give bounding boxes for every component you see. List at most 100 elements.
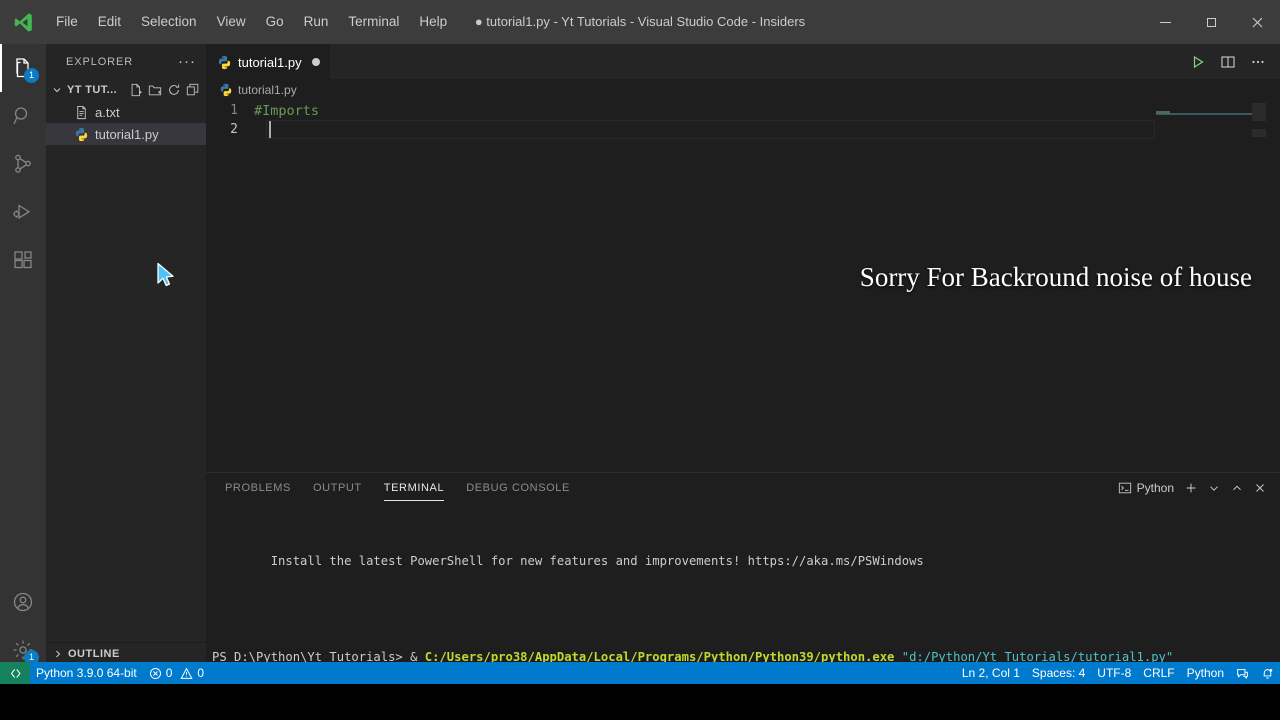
letterbox-bar [0, 684, 1280, 720]
status-feedback[interactable] [1230, 662, 1255, 684]
outline-label: OUTLINE [68, 647, 120, 660]
tab-tutorial1-py[interactable]: tutorial1.py [206, 44, 330, 79]
title-bar: File Edit Selection View Go Run Terminal… [0, 0, 1280, 44]
error-icon [149, 667, 162, 680]
breadcrumb[interactable]: tutorial1.py [206, 79, 1280, 101]
cursor-position-label: Ln 2, Col 1 [961, 666, 1020, 680]
code-line-1: 1 #Imports [206, 101, 1280, 120]
editor-area: tutorial1.py tutorial1.py 1 #Imports 2 [206, 44, 1280, 472]
activity-run-debug[interactable] [0, 188, 46, 236]
text-caret [269, 121, 271, 138]
status-encoding[interactable]: UTF-8 [1091, 662, 1137, 684]
close-icon[interactable] [1234, 0, 1280, 44]
collapse-all-icon[interactable] [186, 83, 200, 97]
activity-accounts[interactable] [0, 578, 46, 626]
file-row-tutorial1-py[interactable]: tutorial1.py [46, 123, 206, 145]
status-notifications[interactable] [1255, 662, 1280, 684]
menu-terminal[interactable]: Terminal [338, 0, 409, 44]
chevron-down-icon[interactable] [50, 84, 64, 96]
eol-label: CRLF [1143, 666, 1175, 680]
menu-edit[interactable]: Edit [88, 0, 131, 44]
explorer-badge: 1 [24, 68, 39, 83]
activity-bar: 1 1 [0, 44, 46, 684]
panel-tab-bar: PROBLEMS OUTPUT TERMINAL DEBUG CONSOLE P… [206, 473, 1280, 503]
feedback-icon [1236, 667, 1249, 680]
new-file-icon[interactable] [129, 83, 143, 97]
terminal-line: Install the latest PowerShell for new fe… [212, 537, 1280, 568]
error-count: 0 [165, 666, 173, 680]
split-editor-icon[interactable] [1214, 48, 1242, 76]
warning-icon [180, 667, 194, 680]
outline-section[interactable]: OUTLINE [46, 642, 206, 664]
python-file-icon [74, 127, 89, 142]
terminal-icon [1118, 481, 1132, 495]
status-right-group: Ln 2, Col 1 Spaces: 4 UTF-8 CRLF Python [956, 662, 1280, 684]
minimap-token [1156, 111, 1170, 114]
menu-bar: File Edit Selection View Go Run Terminal… [46, 0, 457, 44]
python-file-icon [218, 83, 233, 98]
file-name: a.txt [95, 104, 120, 120]
activity-source-control[interactable] [0, 140, 46, 188]
close-panel-icon[interactable] [1250, 478, 1270, 498]
more-actions-icon[interactable] [1244, 48, 1272, 76]
status-python-version[interactable]: Python 3.9.0 64-bit [30, 662, 143, 684]
warning-count: 0 [197, 666, 205, 680]
activity-extensions[interactable] [0, 236, 46, 284]
remote-window-icon[interactable] [0, 662, 30, 684]
refresh-icon[interactable] [167, 83, 181, 97]
chevron-right-icon[interactable] [51, 648, 65, 660]
python-version-label: Python 3.9.0 64-bit [36, 666, 137, 680]
status-indentation[interactable]: Spaces: 4 [1026, 662, 1091, 684]
minimize-icon[interactable] [1142, 0, 1188, 44]
menu-selection[interactable]: Selection [131, 0, 207, 44]
new-terminal-icon[interactable] [1181, 478, 1201, 498]
menu-go[interactable]: Go [256, 0, 294, 44]
bottom-panel: PROBLEMS OUTPUT TERMINAL DEBUG CONSOLE P… [206, 472, 1280, 712]
minimap-scrollbar[interactable] [1252, 101, 1266, 472]
panel-actions: Python [1114, 478, 1280, 498]
activity-search[interactable] [0, 92, 46, 140]
menu-file[interactable]: File [46, 0, 88, 44]
current-line-highlight [266, 120, 1155, 139]
terminal-selector[interactable]: Python [1114, 481, 1178, 495]
video-subtitle: Sorry For Backround noise of house [859, 262, 1252, 292]
sidebar-header: EXPLORER ··· [46, 44, 206, 79]
unsaved-indicator-icon[interactable] [311, 58, 320, 66]
status-problems[interactable]: 0 0 [143, 662, 210, 684]
terminal-selector-label: Python [1136, 481, 1174, 495]
menu-run[interactable]: Run [294, 0, 339, 44]
activity-explorer[interactable]: 1 [0, 44, 46, 92]
python-file-icon [217, 55, 232, 70]
indentation-label: Spaces: 4 [1031, 666, 1086, 680]
sidebar-title: EXPLORER [66, 55, 134, 68]
tab-output[interactable]: OUTPUT [313, 473, 362, 503]
file-row-a-txt[interactable]: a.txt [46, 101, 206, 123]
sidebar-more-icon[interactable]: ··· [178, 54, 196, 69]
minimap-slider-secondary[interactable] [1252, 129, 1266, 137]
tab-debug-console[interactable]: DEBUG CONSOLE [466, 473, 570, 503]
menu-help[interactable]: Help [409, 0, 457, 44]
file-name: tutorial1.py [95, 126, 159, 142]
status-eol[interactable]: CRLF [1137, 662, 1180, 684]
run-python-file-icon[interactable] [1184, 48, 1212, 76]
folder-name: YT TUT... [67, 84, 118, 96]
status-cursor-position[interactable]: Ln 2, Col 1 [956, 662, 1026, 684]
breadcrumb-label[interactable]: tutorial1.py [238, 83, 297, 97]
terminal-dropdown-icon[interactable] [1204, 478, 1224, 498]
tab-terminal[interactable]: TERMINAL [383, 473, 445, 503]
status-language-mode[interactable]: Python [1181, 662, 1230, 684]
new-folder-icon[interactable] [148, 83, 162, 97]
terminal-banner: Install the latest PowerShell for new fe… [270, 554, 924, 568]
maximize-panel-icon[interactable] [1227, 478, 1247, 498]
bell-dot-icon [1261, 667, 1274, 680]
menu-view[interactable]: View [207, 0, 256, 44]
folder-root-row[interactable]: YT TUT... [46, 79, 206, 101]
editor-actions [1184, 44, 1280, 79]
tab-problems[interactable]: PROBLEMS [225, 473, 291, 503]
editor-tab-bar: tutorial1.py [206, 44, 1280, 79]
maximize-icon[interactable] [1188, 0, 1234, 44]
vscode-window: File Edit Selection View Go Run Terminal… [0, 0, 1280, 720]
line-number: 2 [230, 122, 238, 137]
minimap-slider[interactable] [1252, 103, 1266, 121]
